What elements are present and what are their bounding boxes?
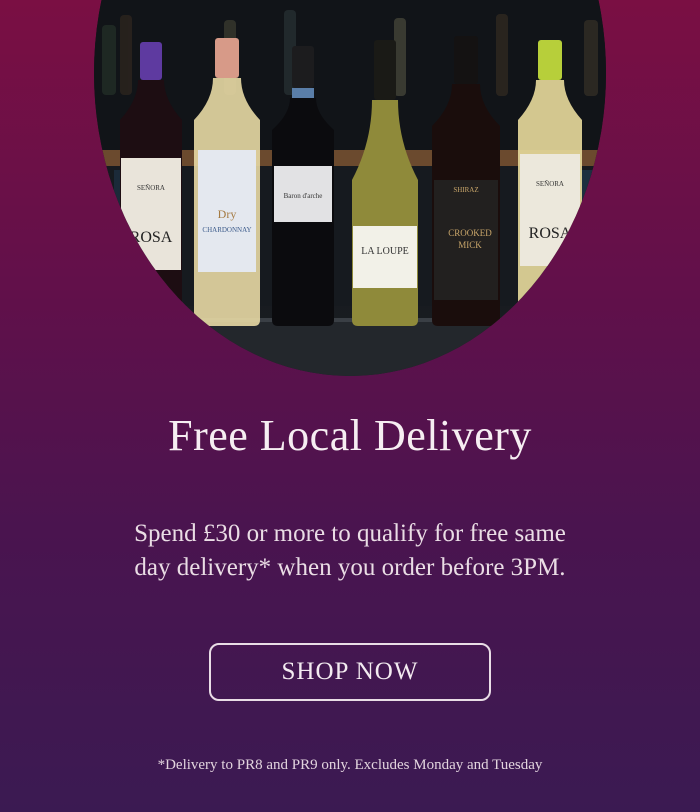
bottle-label-text: SEÑORA — [137, 184, 165, 192]
bottle-label-text: Dry — [218, 207, 237, 221]
shop-now-button[interactable]: SHOP NOW — [209, 643, 491, 701]
bottle-label-text: CROOKED — [448, 228, 492, 238]
bottle-label-text: ROSA — [529, 225, 572, 242]
bottle-label-text: SHIRAZ — [453, 186, 478, 194]
bottle-label-text: ROSA — [130, 229, 173, 246]
promo-description-line-2: day delivery* when you order before 3PM. — [134, 554, 566, 581]
promo-description: Spend £30 or more to qualify for free sa… — [60, 517, 640, 585]
promo-description-line-1: Spend £30 or more to qualify for free sa… — [134, 520, 566, 547]
bottle-label-text: Baron d'arche — [284, 192, 323, 200]
bottle-label-text: SEÑORA — [536, 180, 564, 188]
bottle-label-text: MICK — [458, 240, 482, 250]
page-title: Free Local Delivery — [168, 411, 532, 460]
bottle-label-text: LA LOUPE — [361, 246, 409, 257]
delivery-footnote: *Delivery to PR8 and PR9 only. Excludes … — [157, 757, 543, 773]
bottle-label-text: CHARDONNAY — [202, 226, 251, 234]
hero-wine-bottles-image: SEÑORA ROSA Dry CHARDONNAY Baron d'arche… — [94, 0, 606, 376]
